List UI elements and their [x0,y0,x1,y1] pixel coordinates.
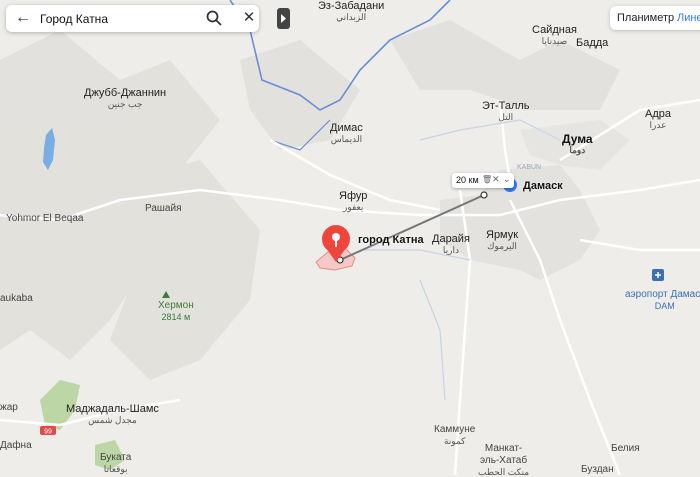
place-ez-zabadani[interactable]: Эз-Забадани الزبداني [318,0,384,22]
place-beliya[interactable]: Белия [611,443,640,455]
place-dzhar[interactable]: жар [0,402,18,414]
place-yohmor[interactable]: Yohmor El Beqaa [6,213,83,225]
damascus-label[interactable]: Дамаск [523,180,563,192]
ruler-end-point[interactable] [480,191,488,199]
place-juhb-jannin[interactable]: Джубб-Джаннин جب جنين [84,87,166,109]
place-airport[interactable]: аэропорт Дамаск DAM [625,289,700,311]
place-saidnaya[interactable]: Сайдная صيدنايا [532,24,577,46]
chevron-down-icon[interactable]: ⌄ [503,174,511,185]
place-yarmuk[interactable]: Ярмук اليرموك [486,229,518,251]
katna-label[interactable]: город Катна [358,234,424,246]
place-majdal-shams[interactable]: Маджадаль-Шамс مجدل شمس [66,403,159,425]
place-dimas[interactable]: Димас الديماس [330,122,363,144]
place-darayya[interactable]: Дарайя داريا [432,233,470,255]
place-dafna[interactable]: Дафна [0,440,32,452]
search-icon[interactable] [205,9,223,27]
ruler-distance: 20 км [456,175,479,185]
district-kabun: KABUN [517,164,542,171]
place-kammune[interactable]: Каммуне كمونة [434,424,475,446]
collapse-panel-button[interactable] [277,8,290,29]
place-aukaba[interactable]: aukaba [0,293,33,305]
place-duma[interactable]: Дума دوما [562,133,593,155]
ruler-popup: 20 км 🗑 ✕ ⌄ [452,173,514,188]
place-et-tall[interactable]: Эт-Талль التل [482,100,530,122]
place-rashaya[interactable]: Рашайя [145,203,181,215]
place-bukata[interactable]: Буката بوقعاتا [100,452,131,474]
place-hermon[interactable]: Хермон 2814 м [158,300,194,322]
place-yafur[interactable]: Яфур يعفور [339,190,367,212]
planimeter-button[interactable]: Планиметр [617,12,674,24]
place-badda[interactable]: Бадда [576,37,608,49]
arrow-left-icon[interactable]: ← [14,9,32,27]
close-icon[interactable]: ✕ [240,8,258,28]
place-adra[interactable]: Адра عدرا [645,108,671,130]
line-button[interactable]: Лине [677,12,700,24]
trash-icon[interactable]: 🗑 [482,175,492,184]
search-query[interactable]: Город Катна [40,12,108,26]
place-mankat[interactable]: Манкат-эль-Хатаб منكت الحطب [478,443,529,477]
map-tools: Планиметр Лине [610,6,700,30]
airport-icon [652,269,664,281]
road-shield-label: 99 [44,429,52,436]
search-panel: ← Город Катна ✕ [6,5,259,32]
close-icon[interactable]: ✕ [492,174,500,185]
place-buzdan[interactable]: Буздан [581,464,614,476]
